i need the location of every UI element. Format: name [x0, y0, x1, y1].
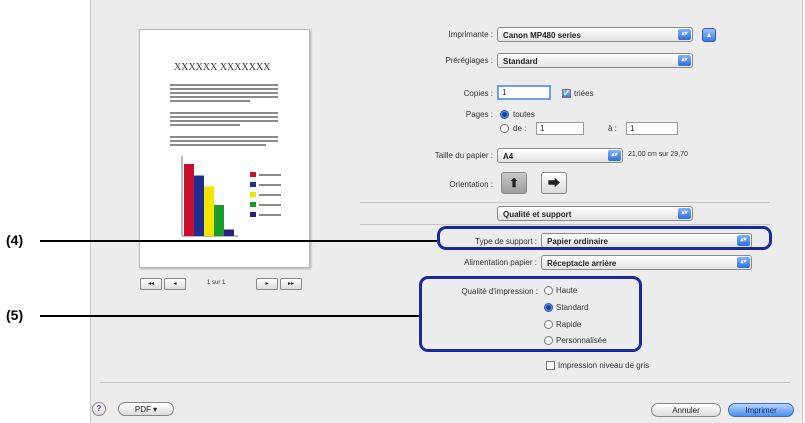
panel-box-top [360, 224, 770, 225]
footer-separator [100, 382, 790, 383]
chevron-updown-icon: ▴▾ [678, 29, 691, 40]
presets-popup[interactable]: Standard ▴▾ [497, 53, 693, 68]
preview-legend-line [259, 174, 281, 176]
preview-text-line [170, 84, 278, 86]
paper-size-label: Taille du papier : [434, 151, 493, 160]
collate-checkbox[interactable]: ✓ [562, 89, 571, 98]
preview-legend-line [259, 184, 281, 186]
preview-text-line [170, 116, 278, 118]
collate-label: triées [574, 89, 594, 98]
preview-text-line [170, 124, 240, 126]
preview-text-line [170, 112, 278, 114]
nav-first-button[interactable]: ◂◂ [140, 278, 162, 290]
pages-label: Pages : [465, 110, 493, 119]
printer-label: Imprimante : [448, 30, 493, 39]
chevron-updown-icon: ▴▾ [737, 257, 750, 268]
paper-size-value: A4 [503, 152, 514, 161]
pdf-button[interactable]: PDF ▾ [118, 402, 174, 416]
cancel-button[interactable]: Annuler [651, 403, 721, 417]
callout-4-number: (4) [6, 232, 24, 248]
orientation-label: Orientation : [449, 180, 493, 189]
expand-dialog-button[interactable]: ▴ [702, 28, 716, 42]
presets-value: Standard [503, 57, 538, 66]
presets-label: Préréglages : [445, 56, 493, 65]
callout-5-line [40, 315, 420, 317]
chevron-updown-icon: ▴▾ [678, 208, 691, 219]
paper-size-popup[interactable]: A4 ▴▾ [497, 148, 623, 163]
callout-5-number: (5) [6, 307, 24, 323]
preview-legend-line [259, 204, 281, 206]
pages-to-label: à : [608, 124, 617, 133]
preview-legend-swatch [250, 192, 256, 197]
print-button[interactable]: Imprimer [728, 403, 794, 417]
preview-text-line [170, 144, 266, 146]
pages-to-input[interactable]: 1 [626, 122, 678, 135]
copies-input[interactable]: 1 [497, 85, 551, 100]
preview-text-line [170, 88, 278, 90]
panel-value: Qualité et support [503, 210, 572, 219]
callout-4-box [437, 226, 772, 250]
preview-chart-bar [184, 164, 194, 236]
pages-all-label: toutes [513, 110, 535, 119]
preview-legend-line [259, 214, 281, 216]
orientation-landscape-button[interactable]: ⮕ [541, 172, 567, 194]
orientation-portrait-button[interactable]: ⬆ [501, 172, 527, 194]
help-button[interactable]: ? [92, 402, 106, 416]
collapse-triangle-icon: ▴ [706, 30, 711, 39]
grayscale-label: Impression niveau de gris [558, 361, 650, 370]
pages-from-input[interactable]: 1 [536, 122, 584, 135]
preview-chart-bar [214, 205, 224, 236]
preview-text-line [170, 96, 278, 98]
paper-source-label: Alimentation papier : [464, 258, 537, 267]
preview-heading: XXXXXX XXXXXXX [174, 62, 271, 73]
panel-popup[interactable]: Qualité et support ▴▾ [497, 206, 693, 221]
paper-dimensions: 21,00 cm sur 29,70 [628, 151, 688, 158]
chevron-updown-icon: ▴▾ [608, 150, 621, 161]
preview-legend-swatch [250, 172, 256, 177]
callout-5-box [419, 276, 642, 352]
copies-label: Copies : [463, 89, 493, 98]
preview-chart [181, 156, 281, 237]
portrait-icon: ⬆ [508, 176, 520, 190]
landscape-icon: ⮕ [547, 176, 560, 190]
separator [360, 202, 770, 203]
preview-legend-line [259, 194, 281, 196]
help-icon: ? [96, 404, 102, 413]
preview-chart-bar [224, 229, 234, 236]
page-indicator: 1 sur 1 [207, 280, 226, 286]
preview-legend-swatch [250, 212, 256, 217]
preview-chart-bar [204, 186, 214, 236]
preview-chart-bar [194, 175, 204, 236]
preview-text-line [170, 140, 278, 142]
pages-range-radio[interactable] [500, 124, 509, 133]
preview-legend-swatch [250, 202, 256, 207]
paper-source-popup[interactable]: Réceptacle arrière ▴▾ [541, 255, 752, 270]
chevron-updown-icon: ▴▾ [678, 55, 691, 66]
preview-text-line [170, 92, 278, 94]
nav-last-button[interactable]: ▸▸ [280, 278, 302, 290]
preview-legend-swatch [250, 182, 256, 187]
pages-all-radio[interactable] [500, 110, 509, 119]
pages-from-label: de : [513, 124, 527, 133]
nav-next-button[interactable]: ▸ [256, 278, 278, 290]
preview-text-line [170, 120, 278, 122]
grayscale-checkbox[interactable] [546, 361, 555, 370]
page-preview: XXXXXX XXXXXXX [139, 29, 310, 268]
callout-4-line [40, 240, 438, 242]
paper-source-value: Réceptacle arrière [547, 259, 617, 268]
preview-text-line [170, 100, 250, 102]
printer-value: Canon MP480 series [503, 31, 581, 40]
printer-popup[interactable]: Canon MP480 series ▴▾ [497, 27, 693, 42]
preview-text-line [170, 136, 278, 138]
nav-prev-button[interactable]: ◂ [164, 278, 186, 290]
